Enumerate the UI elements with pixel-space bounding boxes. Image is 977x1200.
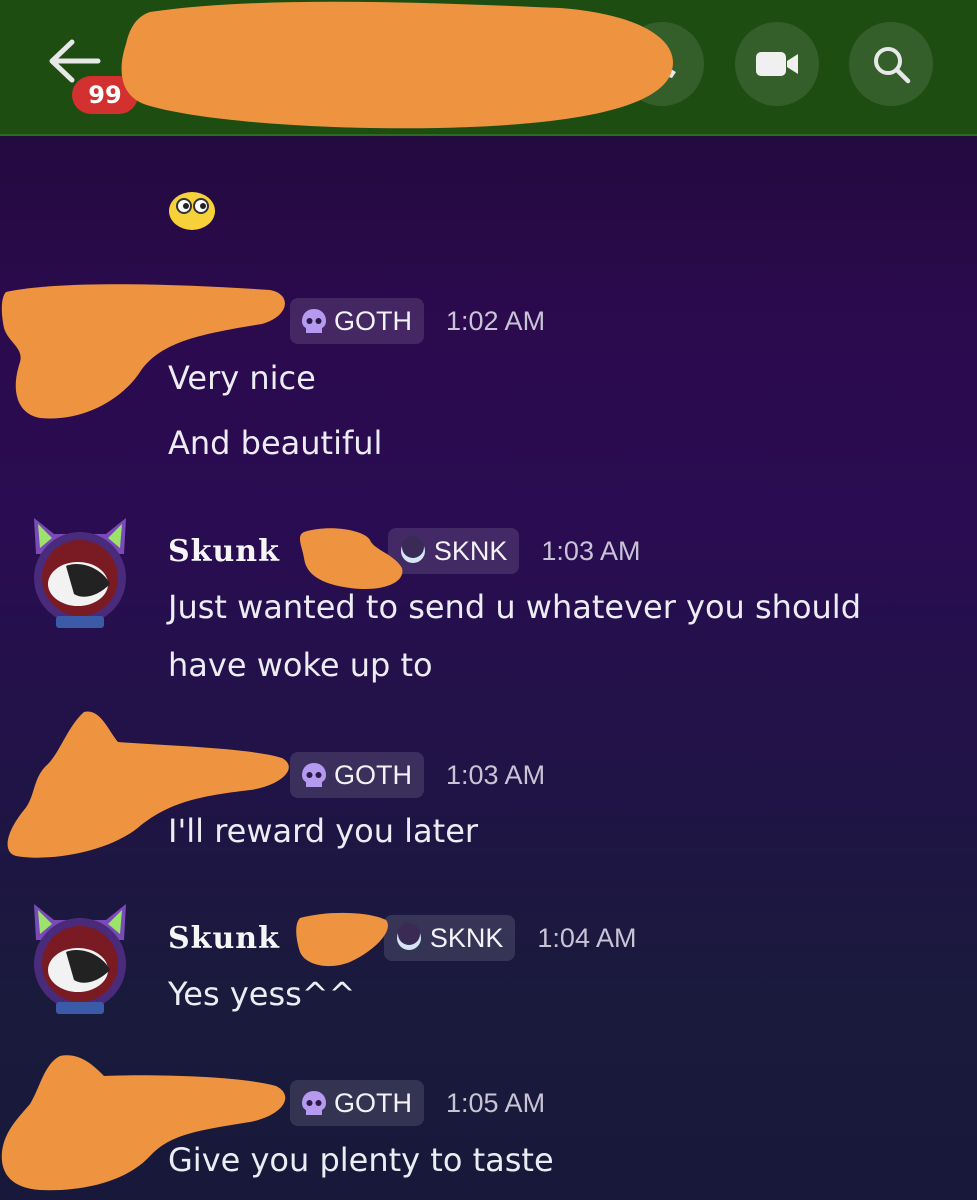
role-tag[interactable]: GOTH bbox=[290, 298, 424, 344]
message-text: Yes yess^^ bbox=[168, 975, 356, 1013]
timestamp: 1:04 AM bbox=[537, 922, 637, 953]
message-text: Give you plenty to taste bbox=[168, 1141, 554, 1179]
message-text: And beautiful bbox=[168, 424, 383, 462]
redaction-mark bbox=[296, 912, 388, 967]
timestamp: 1:05 AM bbox=[446, 1087, 546, 1118]
message-text: Just wanted to send u whatever you shoul… bbox=[168, 588, 861, 626]
message-text: have woke up to bbox=[168, 646, 433, 684]
skull-icon bbox=[302, 763, 326, 787]
skull-icon bbox=[302, 309, 326, 333]
username[interactable]: Skunk bbox=[168, 534, 280, 569]
avatar[interactable] bbox=[26, 900, 134, 1016]
role-tag[interactable]: GOTH bbox=[290, 752, 424, 798]
eyes-emoji bbox=[169, 192, 215, 230]
role-tag[interactable]: SKNK bbox=[383, 915, 516, 961]
timestamp: 1:03 AM bbox=[541, 535, 641, 566]
crescent-icon bbox=[396, 923, 421, 950]
message-text: I'll reward you later bbox=[168, 812, 479, 850]
username[interactable]: Skunk bbox=[168, 921, 280, 956]
message-text: Very nice bbox=[168, 359, 316, 397]
redaction-mark bbox=[121, 1, 674, 129]
role-tag[interactable]: GOTH bbox=[290, 1080, 424, 1126]
timestamp: 1:03 AM bbox=[446, 759, 546, 790]
skull-icon bbox=[302, 1091, 326, 1115]
avatar[interactable] bbox=[26, 514, 134, 630]
timestamp: 1:02 AM bbox=[446, 305, 546, 336]
